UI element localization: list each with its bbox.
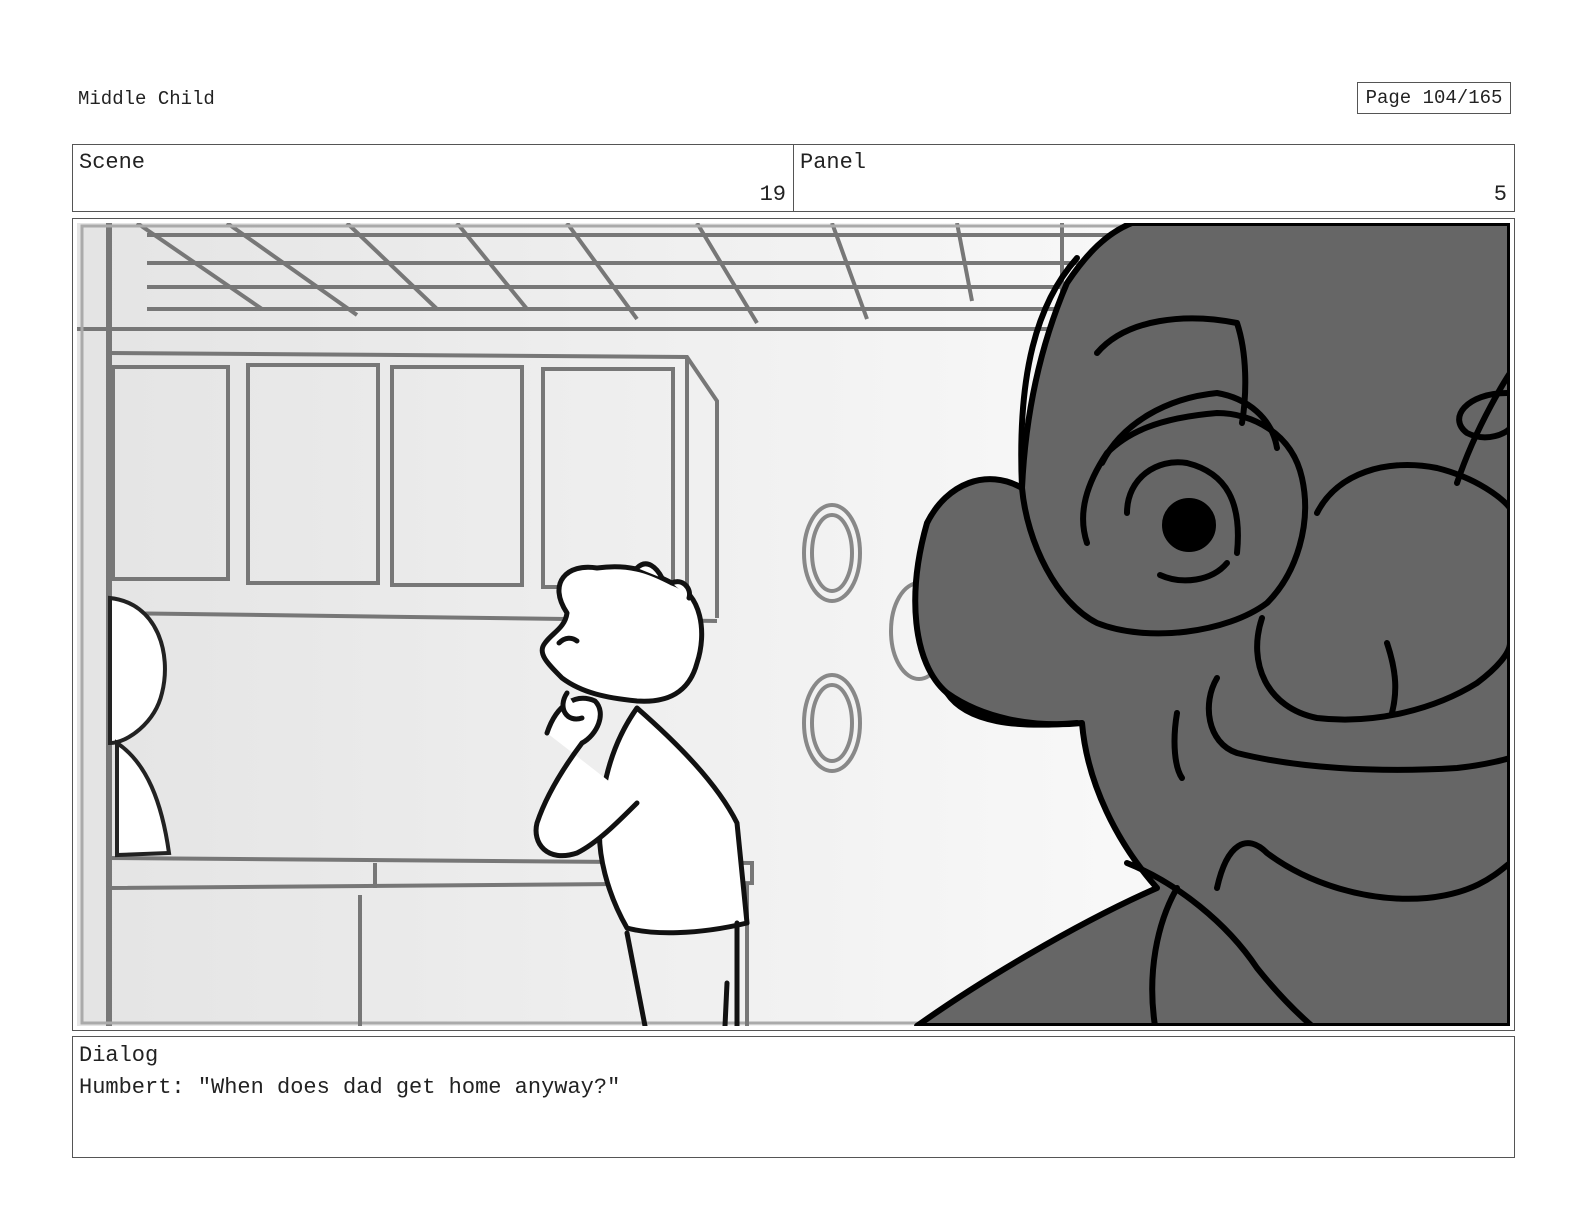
scene-label: Scene: [79, 150, 146, 175]
storyboard-drawing: [77, 223, 1510, 1026]
dialog-label: Dialog: [79, 1043, 159, 1068]
panel-number: 5: [1493, 182, 1507, 207]
scene-panel-header: Scene 19 Panel 5: [72, 144, 1515, 212]
panel-cell: Panel 5: [793, 145, 1514, 211]
dialog-box: Dialog Humbert: "When does dad get home …: [72, 1036, 1515, 1158]
scene-number: 19: [759, 182, 786, 207]
document-title: Middle Child: [78, 88, 215, 110]
page-number: Page 104/165: [1357, 82, 1511, 114]
panel-label: Panel: [800, 150, 867, 175]
scene-cell: Scene 19: [73, 145, 793, 211]
dialog-text: Humbert: "When does dad get home anyway?…: [79, 1075, 621, 1100]
storyboard-frame: [72, 218, 1515, 1031]
